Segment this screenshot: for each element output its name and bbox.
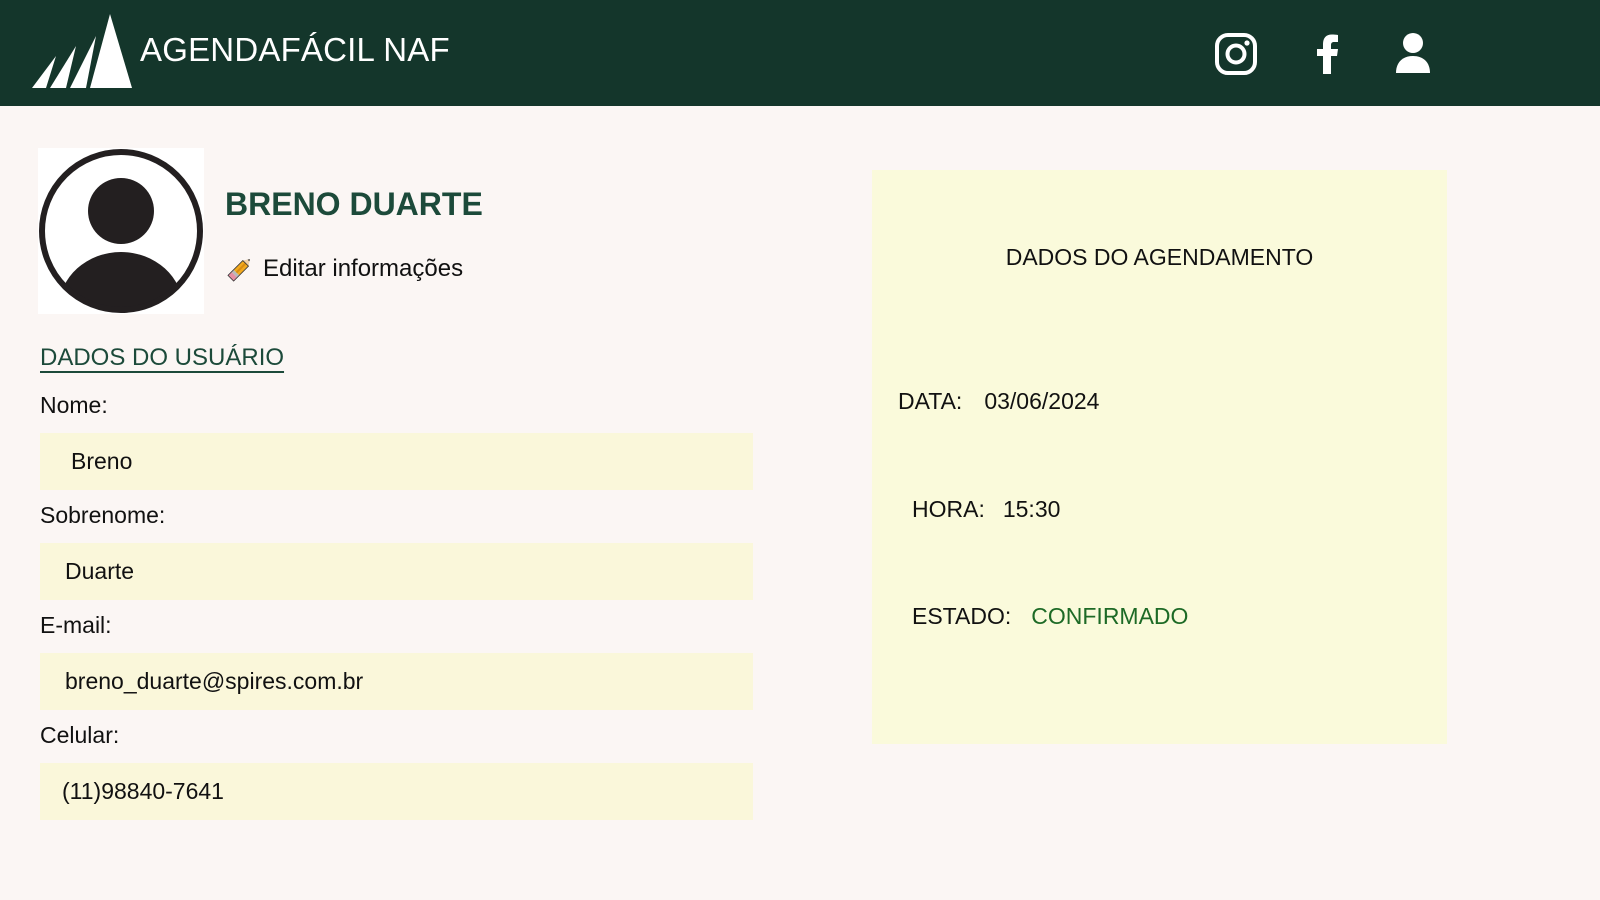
last-name-field[interactable] (40, 543, 753, 600)
brand-name[interactable]: AGENDAFÁCIL NAF (140, 31, 450, 69)
last-name-label: Sobrenome: (40, 502, 166, 528)
appointment-panel: DADOS DO AGENDAMENTO DATA: 03/06/2024 HOR… (872, 170, 1447, 744)
status-label: ESTADO: (912, 603, 1012, 629)
status-badge: CONFIRMADO (1031, 603, 1189, 629)
avatar-person-icon (39, 149, 203, 313)
email-field[interactable] (40, 653, 753, 710)
date-label: DATA: (898, 388, 963, 414)
appointment-time-row: HORA: 15:30 (912, 496, 1060, 523)
appointment-date-row: DATA: 03/06/2024 (898, 388, 1099, 415)
profile-avatar (38, 148, 204, 314)
user-data-section-title: DADOS DO USUÁRIO (40, 344, 285, 371)
profile-name: BRENO DUARTE (225, 186, 483, 222)
pencil-icon (227, 259, 250, 282)
edit-info-label[interactable]: Editar informações (263, 255, 463, 283)
instagram-icon[interactable] (1214, 32, 1258, 76)
time-value: 15:30 (1002, 496, 1061, 522)
facebook-icon[interactable] (1314, 34, 1340, 74)
appointment-title: DADOS DO AGENDAMENTO (1005, 244, 1314, 270)
email-label: E-mail: (40, 612, 112, 638)
phone-field[interactable] (40, 763, 753, 820)
first-name-field[interactable] (40, 433, 753, 490)
appointment-status-row: ESTADO: CONFIRMADO (912, 603, 1188, 630)
top-navigation-bar: AGENDAFÁCIL NAF (0, 0, 1600, 106)
user-account-icon[interactable] (1395, 32, 1431, 74)
time-label: HORA: (912, 496, 985, 522)
phone-label: Celular: (40, 722, 120, 748)
edit-info-link[interactable]: Editar informações (225, 252, 463, 286)
logo-mountains-icon[interactable] (30, 12, 134, 90)
date-value: 03/06/2024 (984, 388, 1100, 414)
first-name-label: Nome: (40, 392, 108, 418)
